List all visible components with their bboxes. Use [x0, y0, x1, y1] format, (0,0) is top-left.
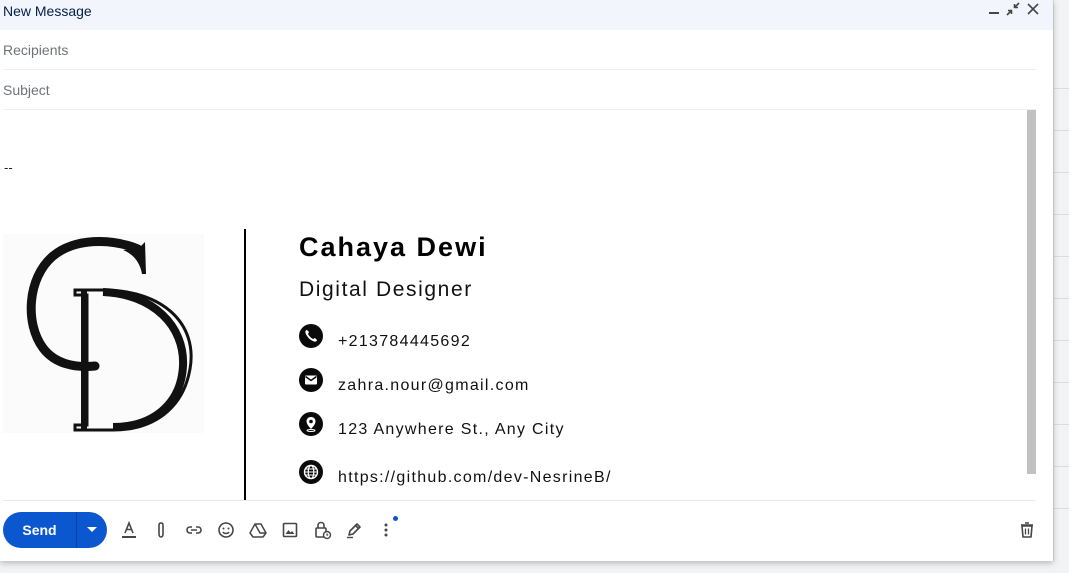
formatting-icon[interactable] — [118, 519, 140, 541]
background-inbox-edge — [1053, 0, 1069, 573]
message-scrollbar[interactable] — [1027, 110, 1036, 474]
message-body[interactable]: -- CD Cahaya Dewi Digital Designer +2137… — [0, 110, 1027, 500]
emoji-icon[interactable] — [215, 519, 237, 541]
signature-logo: CD — [3, 234, 204, 433]
signature-phone: +213784445692 — [338, 333, 472, 350]
more-options-icon[interactable] — [375, 519, 397, 541]
signature-website[interactable]: https://github.com/dev-NesrineB/ — [338, 469, 612, 487]
signature-role: Digital Designer — [299, 278, 473, 301]
confidential-icon[interactable] — [311, 519, 333, 541]
photo-icon[interactable] — [279, 519, 301, 541]
recipients-field[interactable] — [3, 30, 1036, 70]
send-options-button[interactable] — [76, 512, 107, 548]
chevron-down-icon — [87, 527, 97, 532]
discard-icon[interactable] — [1016, 519, 1038, 541]
compose-titlebar: New Message — [0, 0, 1053, 30]
location-icon — [299, 412, 323, 436]
send-button[interactable]: Send — [3, 512, 76, 548]
notification-dot — [393, 516, 398, 521]
phone-icon — [299, 324, 323, 348]
drive-icon[interactable] — [247, 519, 269, 541]
subject-input[interactable] — [3, 82, 1036, 98]
signature-icon[interactable] — [343, 519, 365, 541]
toolbar-divider — [3, 500, 1036, 501]
logo-letters: CD — [103, 343, 105, 345]
exit-fullscreen-icon[interactable] — [1003, 2, 1023, 22]
signature-address: 123 Anywhere St., Any City — [338, 421, 565, 438]
mail-icon — [299, 368, 323, 392]
background-inbox-bottom — [0, 561, 1069, 573]
minimize-icon[interactable] — [984, 2, 1004, 22]
close-icon[interactable] — [1023, 2, 1043, 22]
signature-separator: -- — [4, 160, 13, 175]
compose-window: New Message -- — [0, 0, 1053, 561]
subject-field[interactable] — [3, 70, 1036, 110]
signature-name: Cahaya Dewi — [299, 232, 488, 262]
globe-icon — [299, 460, 323, 484]
attach-icon[interactable] — [150, 519, 172, 541]
compose-title: New Message — [3, 3, 92, 19]
signature-divider — [244, 229, 246, 500]
link-icon[interactable] — [183, 519, 205, 541]
recipients-input[interactable] — [3, 42, 1036, 58]
signature-email[interactable]: zahra.nour@gmail.com — [338, 377, 530, 395]
